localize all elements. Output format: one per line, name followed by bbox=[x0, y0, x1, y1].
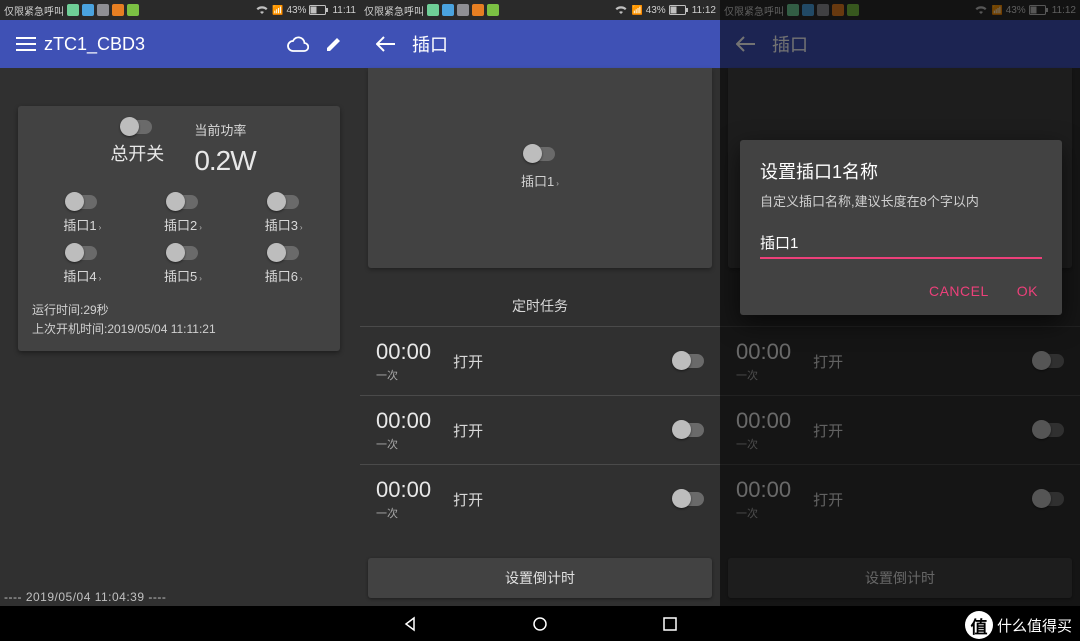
device-card: 总开关 当前功率 0.2W 插口1› 插口2› 插口3› 插口4› 插口5› 插… bbox=[18, 106, 340, 351]
signal-icon: 📶 bbox=[272, 5, 283, 16]
status-icon bbox=[472, 4, 484, 16]
task-row[interactable]: 00:00 一次 打开 bbox=[360, 464, 720, 533]
dialog-message: 自定义插口名称,建议长度在8个字以内 bbox=[760, 192, 1042, 212]
app-bar: 插口 bbox=[360, 20, 720, 68]
status-icon bbox=[82, 4, 94, 16]
nav-home-icon[interactable] bbox=[530, 614, 550, 634]
nav-back-icon[interactable] bbox=[400, 614, 420, 634]
task-action: 打开 bbox=[453, 351, 483, 372]
status-icon bbox=[97, 4, 109, 16]
watermark-icon: 值 bbox=[965, 611, 993, 639]
master-toggle[interactable] bbox=[122, 120, 152, 134]
socket-toggle[interactable] bbox=[269, 246, 299, 260]
socket-hero-label[interactable]: 插口1› bbox=[521, 171, 559, 190]
status-icon bbox=[67, 4, 79, 16]
battery-icon bbox=[309, 5, 329, 15]
cancel-button[interactable]: CANCEL bbox=[925, 277, 993, 305]
app-bar: zTC1_CBD3 bbox=[0, 20, 360, 68]
status-icon bbox=[112, 4, 124, 16]
app-title: 插口 bbox=[412, 31, 712, 57]
screen-main: 仅限紧急呼叫 📶 43% 11:11 zTC1_CBD3 bbox=[0, 0, 360, 606]
screenshot-timestamp: ---- 2019/05/04 11:04:39 ---- bbox=[4, 590, 166, 604]
carrier-label: 仅限紧急呼叫 bbox=[364, 3, 424, 18]
dialog-title: 设置插口1名称 bbox=[760, 158, 1042, 184]
task-freq: 一次 bbox=[376, 436, 431, 452]
socket-label[interactable]: 插口5› bbox=[164, 266, 202, 285]
task-row[interactable]: 00:00 一次 打开 bbox=[360, 326, 720, 395]
power-value: 0.2W bbox=[194, 145, 255, 177]
task-time: 00:00 bbox=[376, 339, 431, 365]
battery-pct: 43% bbox=[286, 5, 306, 16]
battery-icon bbox=[669, 5, 689, 15]
socket-toggle[interactable] bbox=[168, 195, 198, 209]
status-bar: 仅限紧急呼叫 📶 43% 11:11 bbox=[0, 0, 360, 20]
clock: 11:12 bbox=[692, 5, 716, 16]
task-time: 00:00 bbox=[376, 477, 431, 503]
socket-toggle[interactable] bbox=[269, 195, 299, 209]
signal-icon: 📶 bbox=[631, 5, 642, 16]
screen-socket-detail: 仅限紧急呼叫 📶 43% 11:12 插口 插口1› 定时任务 00:00 bbox=[360, 0, 720, 606]
task-toggle[interactable] bbox=[674, 492, 704, 506]
wifi-icon bbox=[255, 5, 269, 15]
socket-label[interactable]: 插口3› bbox=[265, 215, 303, 234]
socket-label[interactable]: 插口1› bbox=[63, 215, 101, 234]
back-icon[interactable] bbox=[368, 26, 404, 62]
last-boot-label: 上次开机时间:2019/05/04 11:11:21 bbox=[32, 320, 334, 339]
ok-button[interactable]: OK bbox=[1013, 277, 1042, 305]
socket-label[interactable]: 插口2› bbox=[164, 215, 202, 234]
socket-toggle[interactable] bbox=[67, 246, 97, 260]
rename-dialog: 设置插口1名称 自定义插口名称,建议长度在8个字以内 CANCEL OK bbox=[740, 140, 1062, 315]
task-freq: 一次 bbox=[376, 367, 431, 383]
socket-hero: 插口1› bbox=[368, 68, 712, 268]
cloud-icon[interactable] bbox=[280, 26, 316, 62]
task-row[interactable]: 00:00 一次 打开 bbox=[360, 395, 720, 464]
task-toggle[interactable] bbox=[674, 423, 704, 437]
watermark-text: 什么值得买 bbox=[997, 615, 1072, 636]
power-label: 当前功率 bbox=[194, 120, 246, 139]
android-nav-bar bbox=[0, 606, 1080, 641]
battery-pct: 43% bbox=[646, 5, 666, 16]
socket-toggle[interactable] bbox=[67, 195, 97, 209]
task-action: 打开 bbox=[453, 420, 483, 441]
status-icon bbox=[127, 4, 139, 16]
section-title: 定时任务 bbox=[360, 286, 720, 326]
nav-recent-icon[interactable] bbox=[660, 614, 680, 634]
status-icon bbox=[442, 4, 454, 16]
socket-hero-toggle[interactable] bbox=[525, 147, 555, 161]
socket-toggle[interactable] bbox=[168, 246, 198, 260]
screen-rename-dialog: 仅限紧急呼叫 📶 43% 11:12 插口 插口1› 定时任务 00:00 bbox=[720, 0, 1080, 606]
socket-label[interactable]: 插口4› bbox=[63, 266, 101, 285]
socket-name-input[interactable] bbox=[760, 230, 1042, 259]
carrier-label: 仅限紧急呼叫 bbox=[4, 3, 64, 18]
socket-grid: 插口1› 插口2› 插口3› 插口4› 插口5› 插口6› bbox=[32, 189, 334, 291]
task-time: 00:00 bbox=[376, 408, 431, 434]
app-title: zTC1_CBD3 bbox=[44, 34, 280, 55]
wifi-icon bbox=[614, 5, 628, 15]
task-freq: 一次 bbox=[376, 505, 431, 521]
runtime-label: 运行时间:29秒 bbox=[32, 301, 334, 320]
clock: 11:11 bbox=[332, 5, 356, 16]
set-countdown-button[interactable]: 设置倒计时 bbox=[368, 558, 712, 598]
watermark: 值 什么值得买 bbox=[965, 611, 1072, 639]
edit-icon[interactable] bbox=[316, 26, 352, 62]
status-bar: 仅限紧急呼叫 📶 43% 11:12 bbox=[360, 0, 720, 20]
status-icon bbox=[427, 4, 439, 16]
master-label: 总开关 bbox=[110, 140, 164, 166]
socket-label[interactable]: 插口6› bbox=[265, 266, 303, 285]
status-icon bbox=[487, 4, 499, 16]
menu-icon[interactable] bbox=[8, 26, 44, 62]
task-toggle[interactable] bbox=[674, 354, 704, 368]
task-action: 打开 bbox=[453, 489, 483, 510]
status-icon bbox=[457, 4, 469, 16]
